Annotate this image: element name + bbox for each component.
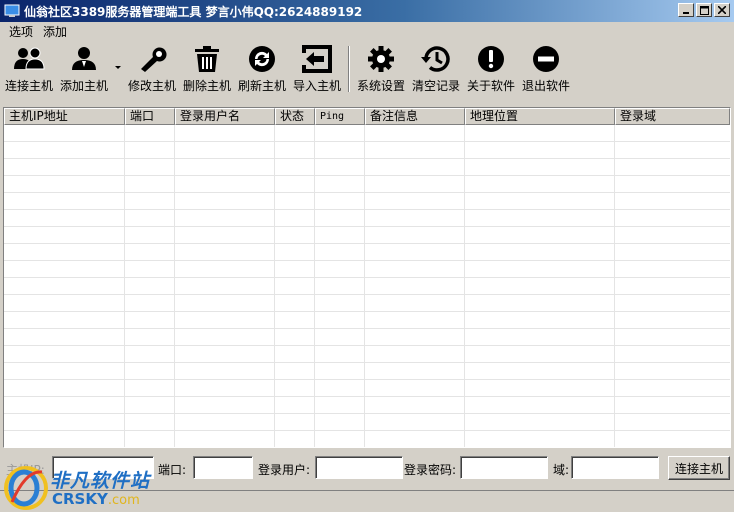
close-button[interactable] bbox=[714, 3, 730, 17]
toolbar-label: 删除主机 bbox=[182, 79, 231, 93]
toolbar-label: 连接主机 bbox=[4, 79, 53, 93]
column-remarks[interactable]: 备注信息 bbox=[365, 108, 465, 125]
exit-software-button[interactable]: 退出软件 bbox=[521, 42, 571, 96]
domain-input[interactable] bbox=[571, 456, 659, 479]
column-divider bbox=[614, 125, 615, 447]
edit-host-button[interactable]: 修改主机 bbox=[127, 42, 177, 96]
refresh-host-button[interactable]: 刷新主机 bbox=[237, 42, 287, 96]
menu-options[interactable]: 选项 bbox=[4, 23, 38, 40]
title-bar[interactable]: 仙翁社区3389服务器管理端工具 梦言小伟QQ:2624889192 bbox=[0, 0, 734, 22]
import-host-button[interactable]: 导入主机 bbox=[292, 42, 342, 96]
menu-bar: 选项 添加 bbox=[0, 22, 734, 41]
watermark-cn: 非凡软件站 bbox=[50, 470, 151, 492]
add-host-button[interactable]: 添加主机 bbox=[59, 42, 109, 96]
toolbar-label: 清空记录 bbox=[411, 79, 460, 93]
minimize-button[interactable] bbox=[678, 3, 694, 17]
connect-button[interactable]: 连接主机 bbox=[668, 456, 730, 480]
column-domain[interactable]: 登录域 bbox=[615, 108, 730, 125]
users-icon bbox=[14, 47, 45, 70]
password-input[interactable] bbox=[460, 456, 548, 479]
watermark-suffix: .com bbox=[107, 493, 140, 508]
maximize-button[interactable] bbox=[696, 3, 712, 17]
toolbar-label: 导入主机 bbox=[292, 79, 341, 93]
menu-add[interactable]: 添加 bbox=[38, 23, 72, 40]
refresh-icon bbox=[249, 46, 275, 72]
column-ping[interactable]: Ping bbox=[315, 108, 365, 125]
close-icon bbox=[718, 6, 726, 14]
import-icon bbox=[302, 45, 332, 73]
toolbar-label: 修改主机 bbox=[127, 79, 176, 93]
app-icon bbox=[4, 4, 20, 17]
column-port[interactable]: 端口 bbox=[125, 108, 175, 125]
history-icon bbox=[421, 46, 450, 72]
column-username[interactable]: 登录用户名 bbox=[175, 108, 275, 125]
toolbar-label: 刷新主机 bbox=[237, 79, 286, 93]
window-title: 仙翁社区3389服务器管理端工具 梦言小伟QQ:2624889192 bbox=[24, 4, 363, 19]
minus-circle-icon bbox=[533, 46, 559, 72]
column-ip[interactable]: 主机IP地址 bbox=[4, 108, 125, 125]
toolbar-separator bbox=[348, 46, 350, 92]
clear-records-button[interactable]: 清空记录 bbox=[411, 42, 461, 96]
info-icon bbox=[478, 46, 504, 72]
trash-icon bbox=[195, 46, 219, 72]
toolbar-label: 退出软件 bbox=[521, 79, 570, 93]
host-table[interactable]: 主机IP地址 端口 登录用户名 状态 Ping 备注信息 地理位置 登录域 bbox=[3, 107, 731, 448]
column-divider bbox=[274, 125, 275, 447]
port-input[interactable] bbox=[193, 456, 253, 479]
password-label: 登录密码: bbox=[404, 463, 457, 477]
toolbar-label: 系统设置 bbox=[356, 79, 405, 93]
column-divider bbox=[364, 125, 365, 447]
table-header: 主机IP地址 端口 登录用户名 状态 Ping 备注信息 地理位置 登录域 bbox=[4, 108, 730, 125]
user-label: 登录用户: bbox=[258, 463, 311, 477]
add-user-icon bbox=[72, 47, 96, 70]
system-settings-button[interactable]: 系统设置 bbox=[356, 42, 406, 96]
column-status[interactable]: 状态 bbox=[275, 108, 315, 125]
connect-host-button[interactable]: 连接主机 bbox=[4, 42, 54, 96]
domain-label: 域: bbox=[553, 463, 570, 477]
toolbar-label: 添加主机 bbox=[59, 79, 108, 93]
gear-icon bbox=[368, 46, 394, 72]
user-input[interactable] bbox=[315, 456, 403, 479]
crsky-logo-icon bbox=[4, 466, 48, 510]
delete-host-button[interactable]: 删除主机 bbox=[182, 42, 232, 96]
minimize-icon bbox=[683, 12, 689, 14]
column-divider bbox=[314, 125, 315, 447]
chevron-down-icon[interactable] bbox=[115, 66, 121, 69]
maximize-icon bbox=[699, 5, 709, 15]
toolbar: 连接主机 添加主机 修改主机 删除主机 刷新主机 导入主机 系统设置 清空记录 … bbox=[0, 42, 734, 98]
watermark-en-text: CRSKY bbox=[52, 490, 108, 508]
wrench-icon bbox=[141, 47, 167, 72]
column-location[interactable]: 地理位置 bbox=[465, 108, 615, 125]
about-software-button[interactable]: 关于软件 bbox=[466, 42, 516, 96]
column-divider bbox=[464, 125, 465, 447]
table-body[interactable] bbox=[4, 125, 730, 447]
toolbar-label: 关于软件 bbox=[466, 79, 515, 93]
watermark: 非凡软件站 CRSKY.com bbox=[0, 458, 170, 512]
column-divider bbox=[174, 125, 175, 447]
column-divider bbox=[124, 125, 125, 447]
watermark-en: CRSKY.com bbox=[52, 490, 140, 508]
